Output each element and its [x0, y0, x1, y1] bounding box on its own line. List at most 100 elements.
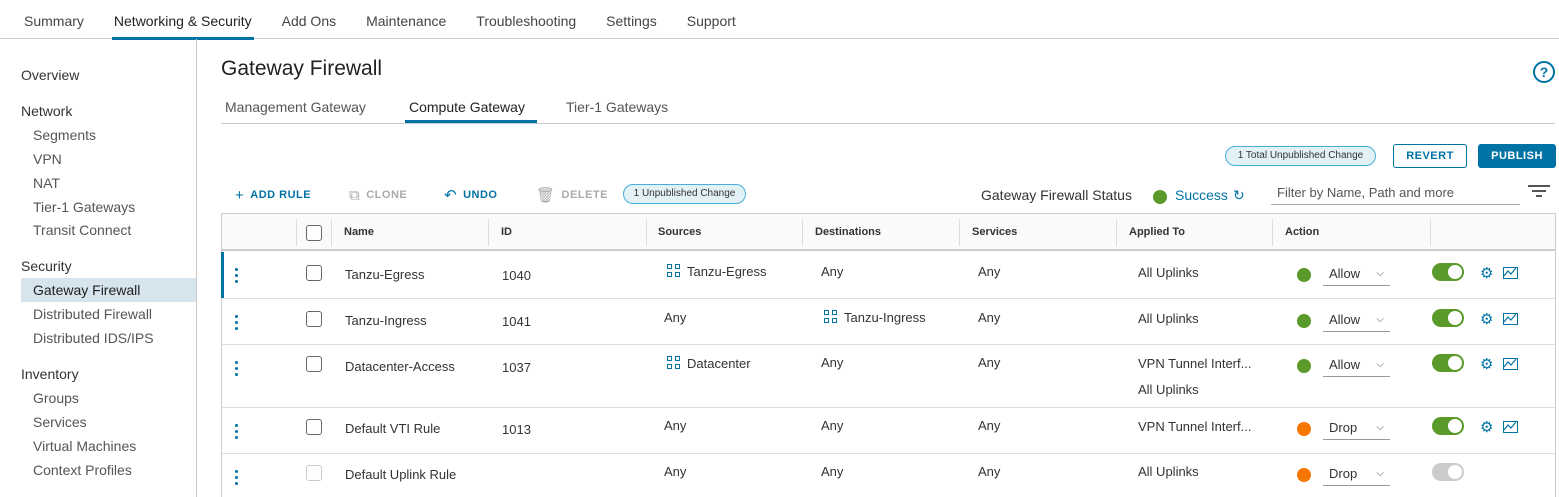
gear-icon[interactable]: ⚙: [1480, 310, 1493, 328]
column-header-destinations[interactable]: Destinations: [815, 226, 881, 238]
action-select[interactable]: Allow ⌵: [1323, 355, 1390, 377]
sidebar-item-transit-connect[interactable]: Transit Connect: [21, 218, 196, 242]
publish-button[interactable]: PUBLISH: [1478, 144, 1556, 168]
rule-enabled-toggle[interactable]: [1432, 463, 1464, 481]
row-checkbox[interactable]: [306, 265, 322, 281]
refresh-icon[interactable]: ↻: [1233, 187, 1245, 204]
gear-icon[interactable]: ⚙: [1480, 264, 1493, 282]
sidebar-item-vpn[interactable]: VPN: [21, 147, 196, 171]
rule-enabled-toggle[interactable]: [1432, 263, 1464, 281]
select-all-checkbox[interactable]: [306, 225, 322, 241]
action-select[interactable]: Drop ⌵: [1323, 418, 1390, 440]
rule-destinations[interactable]: Any: [821, 418, 843, 433]
rule-name[interactable]: Default Uplink Rule: [345, 467, 456, 482]
tab-add-ons[interactable]: Add Ons: [282, 0, 336, 39]
column-header-sources[interactable]: Sources: [658, 226, 701, 238]
rule-name[interactable]: Default VTI Rule: [345, 421, 440, 436]
rule-applied-to[interactable]: All Uplinks: [1138, 311, 1199, 326]
rule-applied-to[interactable]: All Uplinks: [1138, 464, 1199, 479]
revert-button[interactable]: REVERT: [1393, 144, 1467, 168]
row-checkbox[interactable]: [306, 465, 322, 481]
rule-applied-to[interactable]: All Uplinks: [1138, 382, 1199, 397]
action-select[interactable]: Allow ⌵: [1323, 264, 1390, 286]
rule-services[interactable]: Any: [978, 355, 1000, 370]
sidebar-item-gateway-firewall[interactable]: Gateway Firewall: [21, 278, 196, 302]
row-menu-icon[interactable]: [235, 470, 239, 488]
rule-destinations[interactable]: Any: [821, 355, 843, 370]
rule-sources[interactable]: Tanzu-Egress: [667, 264, 766, 279]
action-select[interactable]: Allow ⌵: [1323, 310, 1390, 332]
tab-tier1-gateways[interactable]: Tier-1 Gateways: [566, 99, 668, 115]
column-header-applied-to[interactable]: Applied To: [1129, 226, 1185, 238]
table-row[interactable]: Default VTI Rule 1013 Any Any Any VPN Tu…: [222, 408, 1555, 454]
table-row[interactable]: Default Uplink Rule Any Any Any All Upli…: [222, 454, 1555, 497]
rule-applied-to[interactable]: All Uplinks: [1138, 265, 1199, 280]
tab-maintenance[interactable]: Maintenance: [366, 0, 446, 39]
table-row[interactable]: Tanzu-Ingress 1041 Any Tanzu-Ingress Any…: [222, 299, 1555, 345]
row-menu-icon[interactable]: [235, 268, 239, 286]
table-row[interactable]: Tanzu-Egress 1040 Tanzu-Egress Any Any A…: [221, 252, 1555, 299]
sidebar-item-nat[interactable]: NAT: [21, 171, 196, 195]
row-checkbox[interactable]: [306, 356, 322, 372]
stats-chart-icon[interactable]: [1503, 313, 1518, 325]
tab-support[interactable]: Support: [687, 0, 736, 39]
filter-icon[interactable]: [1528, 185, 1550, 199]
row-menu-icon[interactable]: [235, 361, 239, 379]
rule-sources[interactable]: Any: [664, 464, 686, 479]
rule-services[interactable]: Any: [978, 264, 1000, 279]
row-menu-icon[interactable]: [235, 315, 239, 333]
rule-sources[interactable]: Any: [664, 418, 686, 433]
rule-name[interactable]: Tanzu-Egress: [345, 267, 424, 282]
rule-services[interactable]: Any: [978, 418, 1000, 433]
row-menu-icon[interactable]: [235, 424, 239, 442]
sidebar-item-context-profiles[interactable]: Context Profiles: [21, 458, 196, 482]
tab-management-gateway[interactable]: Management Gateway: [225, 99, 366, 115]
sidebar-item-overview[interactable]: Overview: [21, 67, 79, 83]
filter-input[interactable]: [1271, 181, 1520, 205]
action-select[interactable]: Drop ⌵: [1323, 464, 1390, 486]
table-row[interactable]: Datacenter-Access 1037 Datacenter Any An…: [222, 345, 1555, 408]
rule-enabled-toggle[interactable]: [1432, 417, 1464, 435]
sidebar-item-groups[interactable]: Groups: [21, 386, 196, 410]
delete-button[interactable]: 🗑 DELETE: [536, 186, 608, 204]
rule-destinations[interactable]: Any: [821, 464, 843, 479]
column-header-action[interactable]: Action: [1285, 226, 1319, 238]
sidebar-item-virtual-machines[interactable]: Virtual Machines: [21, 434, 196, 458]
row-checkbox[interactable]: [306, 419, 322, 435]
sidebar-item-distributed-firewall[interactable]: Distributed Firewall: [21, 302, 196, 326]
rule-destinations[interactable]: Any: [821, 264, 843, 279]
stats-chart-icon[interactable]: [1503, 358, 1518, 370]
sidebar-item-tier1-gateways[interactable]: Tier-1 Gateways: [21, 195, 196, 219]
rule-sources[interactable]: Any: [664, 310, 686, 325]
rule-applied-to[interactable]: VPN Tunnel Interf...: [1138, 419, 1251, 434]
column-header-name[interactable]: Name: [344, 226, 374, 238]
tab-settings[interactable]: Settings: [606, 0, 657, 39]
row-checkbox[interactable]: [306, 311, 322, 327]
clone-button[interactable]: ⧉ CLONE: [349, 186, 407, 204]
column-header-id[interactable]: ID: [501, 226, 512, 238]
rule-sources[interactable]: Datacenter: [667, 356, 751, 371]
rule-enabled-toggle[interactable]: [1432, 354, 1464, 372]
gear-icon[interactable]: ⚙: [1480, 418, 1493, 436]
stats-chart-icon[interactable]: [1503, 421, 1518, 433]
rule-services[interactable]: Any: [978, 310, 1000, 325]
column-header-services[interactable]: Services: [972, 226, 1017, 238]
sidebar-item-distributed-ids-ips[interactable]: Distributed IDS/IPS: [21, 326, 196, 350]
gear-icon[interactable]: ⚙: [1480, 355, 1493, 373]
tab-troubleshooting[interactable]: Troubleshooting: [476, 0, 576, 39]
add-rule-button[interactable]: + ADD RULE: [235, 186, 311, 204]
tab-networking-security[interactable]: Networking & Security: [111, 0, 254, 40]
tab-compute-gateway[interactable]: Compute Gateway: [409, 99, 525, 115]
help-icon[interactable]: ?: [1533, 61, 1555, 83]
rule-services[interactable]: Any: [978, 464, 1000, 479]
sidebar-item-segments[interactable]: Segments: [21, 123, 196, 147]
rule-name[interactable]: Datacenter-Access: [345, 359, 455, 374]
undo-button[interactable]: ↶ UNDO: [444, 186, 497, 204]
rule-name[interactable]: Tanzu-Ingress: [345, 313, 427, 328]
rule-enabled-toggle[interactable]: [1432, 309, 1464, 327]
sidebar-item-services[interactable]: Services: [21, 410, 196, 434]
tab-summary[interactable]: Summary: [24, 0, 84, 39]
rule-destinations[interactable]: Tanzu-Ingress: [824, 310, 926, 325]
rule-applied-to[interactable]: VPN Tunnel Interf...: [1138, 356, 1251, 371]
stats-chart-icon[interactable]: [1503, 267, 1518, 279]
